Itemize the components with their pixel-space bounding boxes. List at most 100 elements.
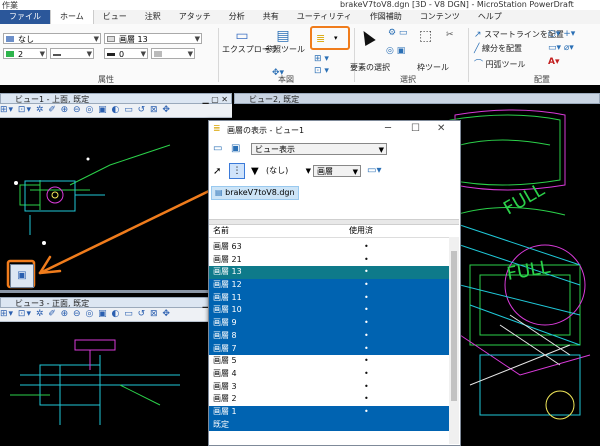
- select-tools[interactable]: ⚙ ▭: [388, 28, 407, 38]
- group-label-main: 本図: [278, 75, 294, 84]
- level-display-button-highlight[interactable]: ≣ ▾: [310, 26, 350, 50]
- filter-combo[interactable]: (なし) ▼: [263, 165, 313, 177]
- view1-titlebar[interactable]: ビュー1 - 上面, 既定 ▁ ▢ ✕: [0, 93, 232, 104]
- column-header-used[interactable]: 使用済: [349, 225, 373, 237]
- weight-combo[interactable]: 0 ▼: [104, 48, 148, 59]
- level-row[interactable]: 画層 21 •: [209, 254, 449, 267]
- tab-file[interactable]: ファイル: [0, 10, 50, 24]
- fence-icon-button[interactable]: ⬚: [419, 28, 432, 44]
- level-name: 画層 8: [213, 330, 237, 340]
- ribbon-small-icons[interactable]: ⊞ ▾: [314, 54, 329, 64]
- tab-utilities[interactable]: ユーティリティ: [288, 10, 361, 24]
- ribbon-small-icons-2[interactable]: ⊡ ▾: [314, 66, 329, 76]
- view2-title: ビュー2, 既定: [249, 95, 300, 104]
- transparency-combo[interactable]: ▼: [151, 48, 195, 59]
- tab-drawing-aids[interactable]: 作図補助: [361, 10, 411, 24]
- level-name: 画層 12: [213, 280, 242, 290]
- level-row[interactable]: 画層 63 •: [209, 241, 449, 254]
- smartline-icon: ↗: [474, 30, 482, 40]
- view-splitter[interactable]: [0, 290, 232, 293]
- level-row[interactable]: 画層 7 •: [209, 342, 449, 356]
- dialog-titlebar[interactable]: ≣ 画層の表示 - ビュー1 ─ ☐ ✕: [209, 121, 460, 137]
- chevron-down-icon: ▼: [93, 35, 99, 43]
- level-row[interactable]: 画層 2 •: [209, 393, 449, 406]
- view1-toolbar[interactable]: ⊞▾ ⊡▾ ✲ ✐ ⊕ ⊖ ◎ ▣ ◐ ▭ ↺ ⊠ ✥: [0, 104, 232, 118]
- view1-title: ビュー1 - 上面, 既定: [15, 95, 90, 104]
- tab-analyze[interactable]: 分析: [220, 10, 254, 24]
- tab-attach[interactable]: アタッチ: [170, 10, 220, 24]
- select-tools-2[interactable]: ◎ ▣: [386, 46, 405, 56]
- level-row[interactable]: 画層 9 •: [209, 317, 449, 330]
- view-display-value: ビュー表示: [255, 145, 295, 154]
- explorer-button[interactable]: ▭ エクスプローラ: [222, 28, 278, 55]
- layer-mode-value: 画層: [317, 167, 333, 176]
- explorer-icon: ▭: [235, 28, 249, 44]
- clip-tools[interactable]: ✂: [446, 30, 454, 40]
- list-view-icon[interactable]: ⋮: [229, 163, 245, 179]
- layer-combo[interactable]: 画層 13 ▼: [104, 33, 202, 44]
- select-element-button[interactable]: 要素の選択: [350, 62, 390, 73]
- file-tree-item[interactable]: ▤ brakeV7toV8.dgn: [211, 186, 299, 200]
- tab-annotate[interactable]: 注釈: [136, 10, 170, 24]
- view-group-icon[interactable]: ▭: [213, 143, 222, 154]
- reference-button[interactable]: ▤ 参照ツール: [265, 28, 305, 55]
- layer-value: 画層 13: [119, 35, 148, 44]
- chart-icon[interactable]: ▭▾: [367, 165, 381, 176]
- layers-icon: ≣: [213, 124, 221, 134]
- view3-titlebar[interactable]: ビュー3 - 正面, 既定 ▁ ▢ ✕: [0, 297, 232, 308]
- level-list-scrollbar[interactable]: [449, 237, 459, 444]
- level-used-marker: •: [364, 292, 369, 302]
- tab-share[interactable]: 共有: [254, 10, 288, 24]
- group-label-place: 配置: [534, 75, 550, 84]
- scrollbar-thumb[interactable]: [451, 251, 457, 401]
- level-row[interactable]: 画層 1 •: [209, 405, 449, 419]
- tab-content[interactable]: コンテンツ: [411, 10, 469, 24]
- level-used-marker: •: [364, 330, 369, 340]
- minimize-icon[interactable]: ─: [385, 123, 391, 134]
- level-row[interactable]: 既定: [209, 418, 449, 432]
- level-combo[interactable]: なし ▼: [3, 33, 101, 44]
- chevron-down-icon: ▼: [378, 146, 384, 154]
- view2-titlebar[interactable]: ビュー2, 既定: [234, 93, 600, 104]
- style-combo[interactable]: ▼: [50, 48, 94, 59]
- level-row[interactable]: 画層 10 •: [209, 304, 449, 318]
- arc-button[interactable]: ⌒ 円弧ツール: [474, 57, 526, 70]
- level-row[interactable]: 画層 13 •: [209, 266, 449, 280]
- level-row[interactable]: 画層 11 •: [209, 291, 449, 305]
- tab-view[interactable]: ビュー: [94, 10, 136, 24]
- chevron-down-icon: ▾: [334, 34, 338, 42]
- layer-icon: [107, 36, 115, 42]
- tab-home[interactable]: ホーム: [50, 10, 94, 24]
- text-tool[interactable]: A▾: [548, 57, 559, 67]
- circle-tool[interactable]: ○▾ +▾: [548, 29, 575, 39]
- column-header-name[interactable]: 名前: [213, 225, 229, 237]
- line-button[interactable]: ╱ 線分を配置: [474, 43, 522, 54]
- select-element-label: 要素の選択: [350, 63, 390, 72]
- select-arrow-icon[interactable]: ➚: [213, 166, 221, 177]
- level-name: 画層 1: [213, 406, 237, 416]
- chevron-down-icon: ▼: [352, 168, 358, 176]
- level-used-marker: •: [364, 267, 369, 277]
- minimized-view-icon[interactable]: ▣: [10, 264, 34, 288]
- level-row[interactable]: 画層 12 •: [209, 279, 449, 292]
- view3-toolbar[interactable]: ⊞▾ ⊡▾ ✲ ✐ ⊕ ⊖ ◎ ▣ ◐ ▭ ↺ ⊠ ✥: [0, 308, 232, 322]
- level-row[interactable]: 画層 8 •: [209, 329, 449, 343]
- view-icon[interactable]: ▣: [231, 143, 240, 154]
- level-row[interactable]: 画層 5 •: [209, 355, 449, 368]
- close-icon[interactable]: ✕: [437, 123, 445, 134]
- reference-icon: ▤: [276, 28, 290, 44]
- tab-help[interactable]: ヘルプ: [469, 10, 511, 24]
- layer-mode-combo[interactable]: 画層 ▼: [313, 165, 361, 177]
- fence-tools-button[interactable]: 枠ツール: [417, 62, 449, 73]
- level-name: 画層 7: [213, 343, 237, 353]
- level-row[interactable]: 画層 4 •: [209, 368, 449, 381]
- color-combo[interactable]: 2 ▼: [3, 48, 47, 59]
- level-row[interactable]: 画層 3 •: [209, 381, 449, 394]
- view-display-combo[interactable]: ビュー表示 ▼: [251, 143, 387, 155]
- ribbon-panel: なし ▼ 画層 13 ▼ 2 ▼ ▼ 0 ▼ ▼ 属性 ▭ エクスプローラ ▤ …: [0, 24, 600, 86]
- shape-tool[interactable]: ▭▾ ⌀▾: [548, 43, 574, 53]
- maximize-icon[interactable]: ☐: [411, 123, 420, 134]
- chevron-down-icon: ▼: [86, 50, 92, 58]
- svg-text:FULL: FULL: [505, 257, 552, 285]
- filter-icon[interactable]: ▼: [251, 166, 259, 177]
